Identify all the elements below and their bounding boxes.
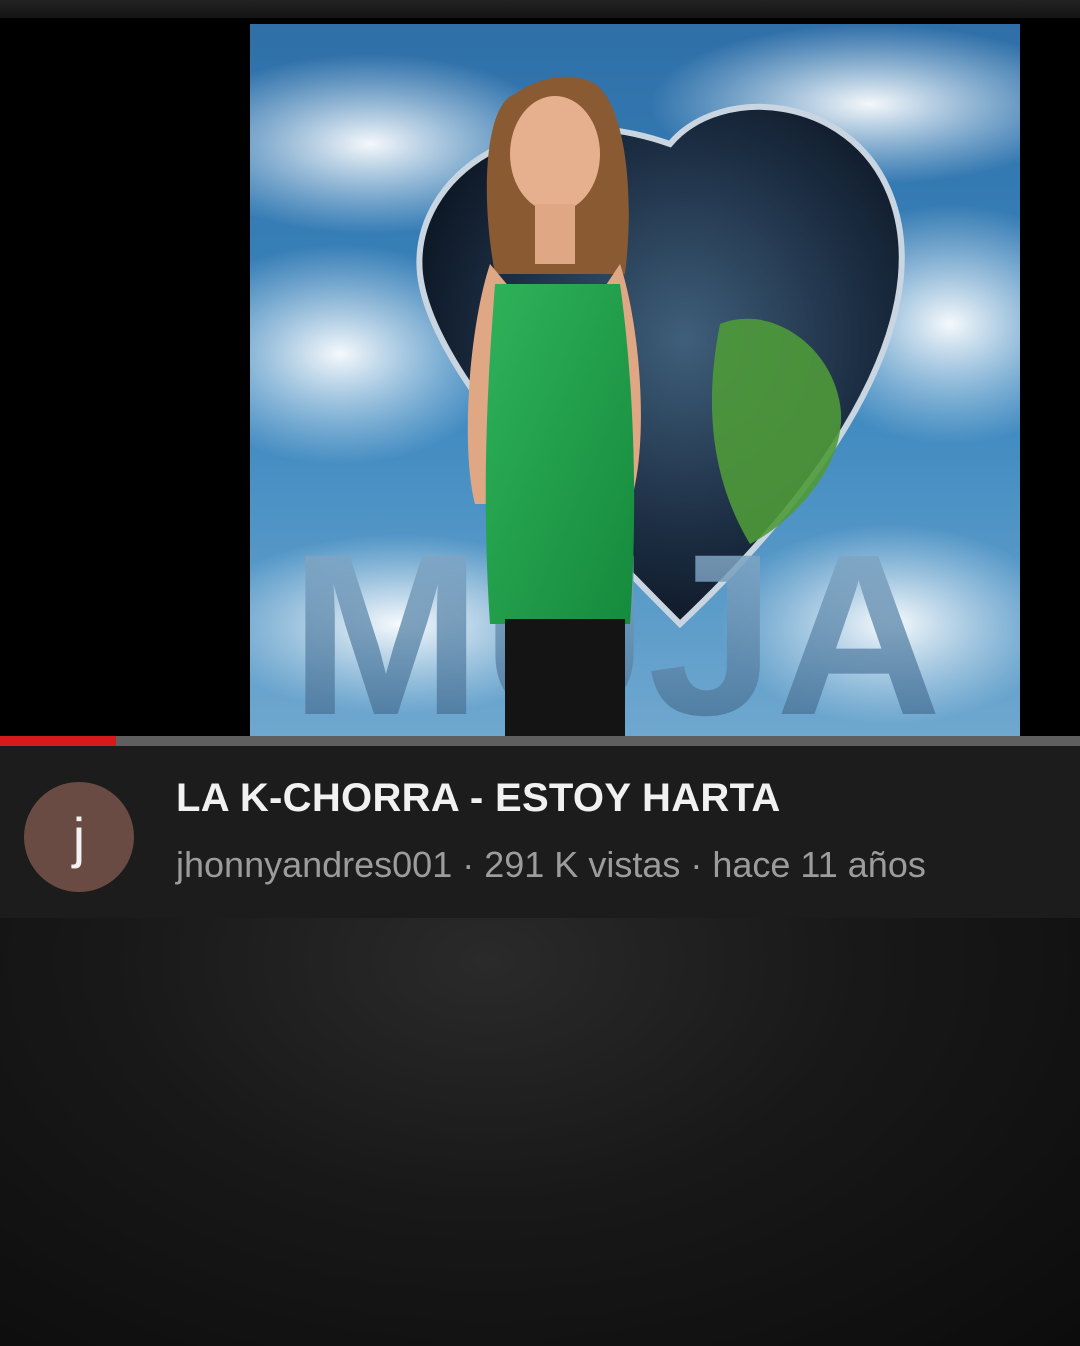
empty-lower-area (0, 918, 1080, 1346)
channel-name[interactable]: jhonnyandres001 (176, 844, 452, 885)
video-player[interactable]: MUJA (0, 18, 1080, 738)
meta-separator: · (690, 844, 703, 885)
video-title[interactable]: LA K-CHORRA - ESTOY HARTA (176, 776, 781, 821)
avatar-letter: j (72, 805, 86, 869)
video-meta: jhonnyandres001 · 291 K vistas · hace 11 año… (176, 844, 926, 886)
thumbnail-art: MUJA (250, 24, 1020, 738)
screen: MUJA j LA K-CHORRA - ESTOY HARTA jhonnya… (0, 0, 1080, 1346)
meta-separator: · (462, 844, 475, 885)
channel-avatar[interactable]: j (24, 782, 134, 892)
video-thumbnail[interactable]: MUJA (250, 24, 1020, 738)
progress-bar[interactable] (0, 736, 1080, 746)
view-count: 291 K vistas (484, 844, 681, 885)
video-info[interactable]: j LA K-CHORRA - ESTOY HARTA jhonnyandres… (0, 746, 1080, 918)
progress-played (0, 736, 116, 746)
upload-age: hace 11 años (712, 844, 926, 885)
